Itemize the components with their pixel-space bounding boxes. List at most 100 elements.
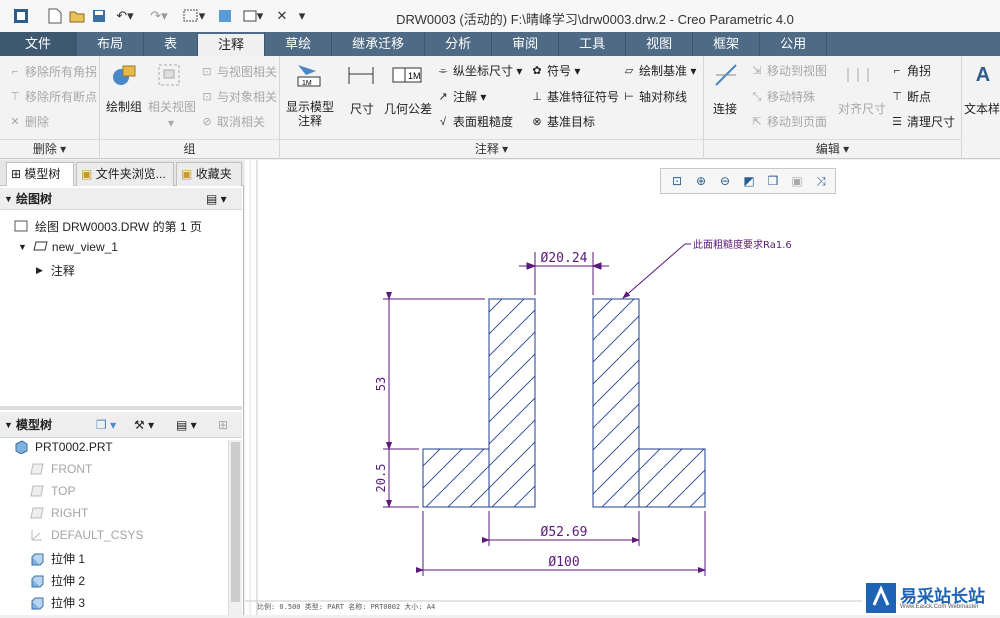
zoom-in-icon[interactable]: ⊕ [691, 172, 711, 190]
tab-folder-browser[interactable]: ▣ 文件夹浏览... [76, 162, 174, 186]
panel-splitter[interactable] [0, 406, 242, 410]
collapse-icon[interactable]: ▼ [4, 188, 13, 210]
close-window-icon[interactable]: ✕ [274, 7, 290, 25]
drawing-svg[interactable]: 53 20.5 Ø20.24 此面粗糙度要求Ra1.6 Ø52.69 Ø100 [245, 160, 1000, 615]
zoom-out-icon[interactable]: ⊖ [715, 172, 735, 190]
tab-legacy-migration[interactable]: 继承迁移 [332, 32, 426, 56]
drawing-canvas[interactable]: 53 20.5 Ø20.24 此面粗糙度要求Ra1.6 Ø52.69 Ø100 [245, 160, 1000, 615]
expand-icon[interactable]: ▼ [18, 242, 27, 252]
part-icon [14, 440, 28, 455]
tree-item-annotations[interactable]: ▶ 注释 [36, 262, 75, 279]
draw-group-button[interactable]: 绘制组 [106, 98, 142, 115]
datum-feature-symbol-button[interactable]: ⊥ 基准特征符号 [530, 88, 619, 105]
model-tree-item[interactable]: 拉伸 3 [30, 594, 85, 611]
dim-text-flange[interactable]: 20.5 [374, 464, 388, 493]
filter-icon[interactable]: ⊞ [218, 412, 228, 438]
expand-arrow-icon[interactable]: ▶ [36, 265, 43, 276]
cleanup-dimensions-button[interactable]: ☰ 清理尺寸 [890, 113, 955, 130]
tab-layout[interactable]: 布局 [77, 32, 145, 56]
edit-group: 连接 ⇲ 移动到视图 ⤡ 移动特殊 ⇱ 移动到页面 对齐尺寸 ⌐ 角拐 ⊤ 断点 ☰ 清理尺… [704, 56, 962, 159]
model-tree-item[interactable]: PRT0002.PRT [14, 440, 113, 455]
related-view-button[interactable]: 相关视图 [148, 98, 196, 115]
right-wall-section [592, 298, 640, 508]
note-button[interactable]: ↗ 注解 ▾ [436, 88, 486, 105]
show-model-annotations-button[interactable]: 显示模型 注释 [286, 100, 334, 128]
tab-favorites[interactable]: ▣ 收藏夹 [176, 162, 242, 186]
model-tree-header[interactable]: ▼ 模型树 ❒ ▾ ⚒ ▾ ▤ ▾ ⊞ [0, 412, 242, 438]
tab-file[interactable]: 文件 [0, 32, 78, 56]
dim-text-mid[interactable]: Ø52.69 [541, 525, 588, 540]
redo-icon[interactable]: ↷▾ [146, 7, 172, 25]
undo-icon[interactable]: ↶▾ [112, 7, 138, 25]
tab-sketch[interactable]: 草绘 [265, 32, 333, 56]
tree-item-new-view[interactable]: ▼ new_view_1 [18, 240, 118, 254]
axis-symmetry-button[interactable]: ⊢ 轴对称线 [622, 88, 687, 105]
regenerate-icon[interactable] [216, 7, 234, 25]
open-folder-icon[interactable] [68, 7, 86, 25]
display-style-icon[interactable]: ❒ [763, 172, 783, 190]
collapse-icon[interactable]: ▼ [4, 412, 13, 438]
scrollbar-thumb[interactable] [231, 442, 240, 602]
saved-views-icon[interactable]: ▣ [787, 172, 807, 190]
model-tree-item[interactable]: FRONT [30, 462, 92, 476]
tab-analysis[interactable]: 分析 [425, 32, 493, 56]
dim-text-height[interactable]: 53 [374, 377, 388, 391]
breakpoint-button[interactable]: ⊤ 断点 [890, 88, 931, 105]
surface-note[interactable]: 此面粗糙度要求Ra1.6 [622, 238, 792, 299]
tab-tools[interactable]: 工具 [559, 32, 627, 56]
tab-common[interactable]: 公用 [760, 32, 828, 56]
tab-view[interactable]: 视图 [626, 32, 694, 56]
move-special-button[interactable]: ⤡ 移动特殊 [750, 88, 815, 105]
tools-icon[interactable]: ⚒ ▾ [134, 412, 154, 438]
draw-datum-button[interactable]: ▱ 绘制基准 ▾ [622, 62, 697, 79]
ordinate-dimension-button[interactable]: ⌯ 纵坐标尺寸 ▾ [436, 62, 523, 79]
repaint-icon[interactable]: ◩ [739, 172, 759, 190]
annotation-display-icon[interactable]: ⤨ [811, 172, 831, 190]
surface-finish-button[interactable]: √ 表面粗糙度 [436, 113, 513, 130]
refit-icon[interactable]: ⊡ [667, 172, 687, 190]
model-tree-scrollbar[interactable] [228, 440, 242, 615]
model-tree-item-label: 拉伸 2 [51, 574, 86, 588]
symbol-button[interactable]: ✿ 符号 ▾ [530, 62, 580, 79]
dim-text-outer[interactable]: Ø100 [548, 555, 579, 570]
related-view-dropdown-icon[interactable]: ▾ [168, 116, 174, 130]
part-section[interactable] [422, 298, 706, 508]
drawing-tree-header[interactable]: ▼ 绘图树 ▤ ▾ [0, 188, 242, 210]
tab-table[interactable]: 表 [144, 32, 199, 56]
dim-text-bore[interactable]: Ø20.24 [541, 251, 588, 266]
text-style-button[interactable]: 文本样 [964, 100, 1000, 117]
tab-frame[interactable]: 框架 [693, 32, 761, 56]
move-to-page-button[interactable]: ⇱ 移动到页面 [750, 113, 827, 130]
model-tree-item[interactable]: 拉伸 1 [30, 550, 85, 567]
window-icon[interactable]: ▾ [238, 7, 268, 25]
tree-item-drawing-sheet[interactable]: 绘图 DRW0003.DRW 的第 1 页 [14, 218, 202, 235]
model-tree-item[interactable]: TOP [30, 484, 75, 498]
datum-target-button[interactable]: ⊗ 基准目标 [530, 113, 595, 130]
tab-model-tree[interactable]: ⊞ 模型树 [6, 162, 74, 186]
tab-review[interactable]: 审阅 [492, 32, 560, 56]
delete-button[interactable]: ✕ 删除 [8, 113, 49, 130]
relate-to-object-button[interactable]: ⊡ 与对象相关 [200, 88, 277, 105]
model-tree-item[interactable]: RIGHT [30, 506, 88, 520]
tree-settings-icon[interactable]: ▤ ▾ [176, 412, 197, 438]
remove-all-breaks-button[interactable]: ⊤ 移除所有断点 [8, 88, 97, 105]
unrelate-button[interactable]: ⊘ 取消相关 [200, 113, 265, 130]
tree-settings-icon[interactable]: ▤ ▾ [206, 188, 227, 210]
move-to-view-button[interactable]: ⇲ 移动到视图 [750, 62, 827, 79]
model-tree-item[interactable]: DEFAULT_CSYS [30, 528, 143, 542]
remove-all-corners-button[interactable]: ⌐ 移除所有角拐 [8, 63, 97, 80]
tab-annotate[interactable]: 注释 [198, 32, 266, 56]
model-tree-item[interactable]: 拉伸 2 [30, 572, 85, 589]
geometric-tolerance-button[interactable]: 几何公差 [384, 100, 432, 117]
align-dimensions-button[interactable]: 对齐尺寸 [838, 100, 886, 117]
show-icon[interactable]: ❒ ▾ [96, 412, 116, 438]
corner-button[interactable]: ⌐ 角拐 [890, 62, 931, 79]
select-box-icon[interactable]: ▾ [178, 7, 210, 25]
relate-to-view-button[interactable]: ⊡ 与视图相关 [200, 63, 277, 80]
save-icon[interactable] [90, 7, 108, 25]
axis-symmetry-icon: ⊢ [624, 90, 634, 103]
drawing-sheet-icon [14, 220, 28, 234]
connect-button[interactable]: 连接 [713, 100, 737, 117]
new-file-icon[interactable] [46, 7, 64, 25]
dimension-button[interactable]: 尺寸 [350, 100, 374, 117]
